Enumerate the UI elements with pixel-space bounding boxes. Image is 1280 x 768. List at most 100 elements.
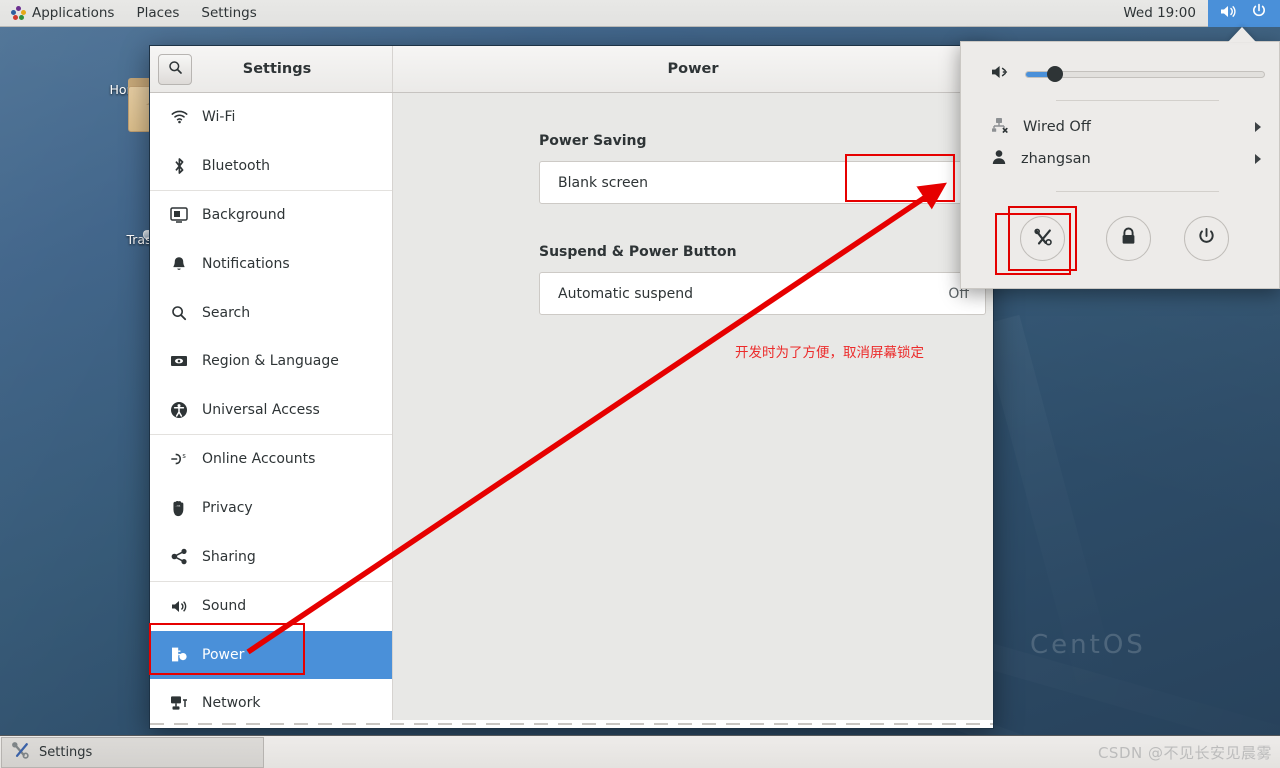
sidebar-item-label: Online Accounts <box>202 451 316 468</box>
system-menu: Wired Off zhangsan <box>960 41 1280 289</box>
settings-sidebar[interactable]: Wi-Fi Bluetooth Background Notifications… <box>150 93 393 720</box>
sidebar-item-label: Background <box>202 207 286 224</box>
settings-button[interactable] <box>1020 216 1066 261</box>
volume-slider-knob[interactable] <box>1046 66 1063 82</box>
top-bar: Applications Places Settings Wed 19:00 <box>0 0 1280 27</box>
share-icon <box>170 548 188 566</box>
user-row[interactable]: zhangsan <box>961 143 1279 175</box>
settings-menu-label: Settings <box>201 5 257 21</box>
sidebar-item-sound[interactable]: Sound <box>150 582 392 631</box>
gnome-footprint-icon <box>11 5 26 21</box>
system-menu-arrow <box>1228 27 1256 42</box>
suspend-power-button-title: Suspend & Power Button <box>539 244 737 260</box>
wired-off-label: Wired Off <box>1023 119 1091 135</box>
sidebar-item-label: Sharing <box>202 548 256 565</box>
wired-off-row[interactable]: Wired Off <box>961 111 1279 143</box>
wallpaper-text: CentOS <box>1030 630 1146 660</box>
background-icon <box>170 206 188 224</box>
window-body: Wi-Fi Bluetooth Background Notifications… <box>150 93 993 720</box>
chevron-right-icon <box>1255 154 1261 164</box>
suspend-list: Automatic suspend Off <box>539 272 986 315</box>
automatic-suspend-row[interactable]: Automatic suspend Off <box>540 273 985 314</box>
bell-icon <box>170 255 188 273</box>
taskbar-item-settings[interactable]: Settings <box>1 736 264 768</box>
settings-menu[interactable]: Settings <box>190 0 267 27</box>
wired-off-icon <box>991 117 1009 137</box>
search-icon <box>170 304 188 322</box>
sound-icon <box>170 597 188 615</box>
sidebar-item-sharing[interactable]: Sharing <box>150 532 392 581</box>
online-accounts-icon: s <box>170 450 188 468</box>
system-menu-actions <box>961 192 1279 271</box>
watermark: CSDN @不见长安见晨雾 <box>1097 744 1272 762</box>
sidebar-item-privacy[interactable]: Privacy <box>150 484 392 533</box>
sidebar-item-wifi[interactable]: Wi-Fi <box>150 93 392 142</box>
sidebar-item-notifications[interactable]: Notifications <box>150 240 392 289</box>
sidebar-item-label: Privacy <box>202 500 253 517</box>
places-menu-label: Places <box>136 5 180 21</box>
applications-menu-label: Applications <box>32 5 115 21</box>
hand-icon <box>170 499 188 517</box>
settings-button-wrapper <box>1008 206 1078 271</box>
sidebar-title: Settings <box>242 61 312 77</box>
window-header-left: Settings <box>150 46 393 92</box>
window-header: Settings Power <box>150 46 993 93</box>
power-saving-list: Blank screen <box>539 161 986 204</box>
power-panel: Power Saving Blank screen Suspend & Powe… <box>393 93 993 720</box>
volume-slider[interactable] <box>1025 66 1265 82</box>
user-label: zhangsan <box>1021 151 1091 167</box>
applications-menu[interactable]: Applications <box>0 0 125 27</box>
speaker-icon[interactable] <box>1220 4 1237 23</box>
search-icon <box>168 60 183 79</box>
sidebar-item-universal-access[interactable]: Universal Access <box>150 386 392 435</box>
tools-icon <box>11 741 30 764</box>
svg-text:s: s <box>182 453 186 461</box>
sidebar-item-label: Power <box>202 646 245 663</box>
sidebar-item-label: Wi-Fi <box>202 109 236 126</box>
user-icon <box>991 149 1007 169</box>
power-icon[interactable] <box>1251 3 1267 23</box>
chevron-right-icon <box>1255 122 1261 132</box>
sidebar-item-label: Notifications <box>202 256 290 273</box>
system-status-area[interactable] <box>1208 0 1280 27</box>
sidebar-item-label: Sound <box>202 598 247 615</box>
taskbar: Settings <box>0 735 1280 768</box>
sidebar-item-search[interactable]: Search <box>150 288 392 337</box>
sidebar-item-network[interactable]: Network <box>150 679 392 720</box>
window-bottom-edge <box>150 720 993 728</box>
sidebar-item-label: Search <box>202 304 251 321</box>
lock-button-wrapper <box>1103 213 1154 264</box>
power-saving-title: Power Saving <box>539 133 647 149</box>
blank-screen-label: Blank screen <box>558 174 649 191</box>
sidebar-item-label: Universal Access <box>202 401 320 418</box>
language-icon <box>170 352 188 370</box>
sidebar-item-online-accounts[interactable]: s Online Accounts <box>150 435 392 484</box>
panel-spacer <box>393 204 993 244</box>
power-icon <box>1197 227 1216 250</box>
automatic-suspend-label: Automatic suspend <box>558 285 693 302</box>
sidebar-item-power[interactable]: Power <box>150 630 392 680</box>
sidebar-item-background[interactable]: Background <box>150 191 392 240</box>
volume-row[interactable] <box>961 42 1279 84</box>
clock[interactable]: Wed 19:00 <box>1111 5 1208 21</box>
annotation-note: 开发时为了方便，取消屏幕锁定 <box>735 345 924 361</box>
wifi-icon <box>170 108 188 126</box>
panel-title: Power <box>667 61 719 77</box>
sidebar-item-label: Bluetooth <box>202 157 270 174</box>
accessibility-icon <box>170 401 188 419</box>
sidebar-item-label: Region & Language <box>202 353 339 370</box>
volume-icon[interactable] <box>991 64 1011 84</box>
blank-screen-row[interactable]: Blank screen <box>540 162 985 203</box>
search-button[interactable] <box>158 53 192 85</box>
power-off-button[interactable] <box>1183 216 1229 261</box>
sidebar-item-label: Network <box>202 695 261 712</box>
settings-window: Settings Power Wi-Fi Bluetooth Backgroun… <box>149 45 994 729</box>
sidebar-item-bluetooth[interactable]: Bluetooth <box>150 142 392 191</box>
power-plug-icon <box>170 646 188 664</box>
tools-icon <box>1033 227 1053 251</box>
network-icon <box>170 694 188 712</box>
lock-icon <box>1120 227 1137 250</box>
places-menu[interactable]: Places <box>125 0 190 27</box>
sidebar-item-region-language[interactable]: Region & Language <box>150 337 392 386</box>
lock-button[interactable] <box>1106 216 1152 261</box>
